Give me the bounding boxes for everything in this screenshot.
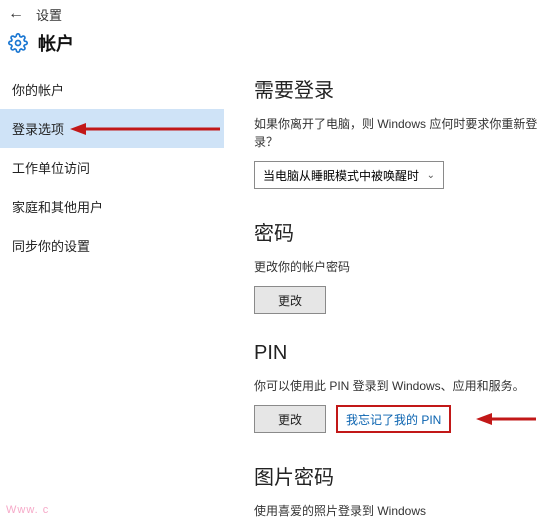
header: 帐户: [0, 28, 543, 64]
sidebar-item-label: 登录选项: [12, 122, 64, 137]
sidebar-item-label: 同步你的设置: [12, 239, 90, 254]
picture-password-desc: 使用喜爱的照片登录到 Windows: [254, 502, 539, 520]
sidebar: 你的帐户 登录选项 工作单位访问 家庭和其他用户 同步你的设置: [0, 64, 224, 526]
pin-forgot-link[interactable]: 我忘记了我的 PIN: [336, 405, 451, 433]
section-picture-password: 图片密码 使用喜爱的照片登录到 Windows 添加: [254, 461, 539, 526]
button-label: 更改: [278, 292, 302, 309]
window-title: 设置: [36, 5, 62, 24]
titlebar: ← 设置: [0, 0, 543, 28]
page-title: 帐户: [38, 30, 74, 56]
sidebar-item-work-access[interactable]: 工作单位访问: [0, 148, 224, 187]
section-pin: PIN 你可以使用此 PIN 登录到 Windows、应用和服务。 更改 我忘记…: [254, 342, 539, 433]
sidebar-item-sync-settings[interactable]: 同步你的设置: [0, 226, 224, 265]
watermark: Www. c: [6, 504, 49, 516]
sidebar-item-label: 工作单位访问: [12, 161, 90, 176]
pin-change-button[interactable]: 更改: [254, 405, 326, 433]
annotation-arrow-icon: [476, 410, 536, 428]
sidebar-item-label: 家庭和其他用户: [12, 200, 103, 215]
select-value: 当电脑从睡眠模式中被唤醒时: [263, 167, 419, 184]
main: 需要登录 如果你离开了电脑，则 Windows 应何时要求你重新登录？ 当电脑从…: [224, 64, 543, 526]
pin-desc: 你可以使用此 PIN 登录到 Windows、应用和服务。: [254, 377, 539, 395]
password-desc: 更改你的帐户密码: [254, 258, 539, 276]
section-title: 图片密码: [254, 461, 539, 490]
require-signin-desc: 如果你离开了电脑，则 Windows 应何时要求你重新登录？: [254, 115, 539, 151]
section-password: 密码 更改你的帐户密码 更改: [254, 217, 539, 314]
back-icon[interactable]: ←: [8, 5, 24, 23]
section-title: 需要登录: [254, 74, 539, 103]
sidebar-item-signin-options[interactable]: 登录选项: [0, 109, 224, 148]
section-title: PIN: [254, 342, 539, 365]
content: 你的帐户 登录选项 工作单位访问 家庭和其他用户 同步你的设置 需要登录 如果你…: [0, 64, 543, 526]
link-label: 我忘记了我的 PIN: [346, 411, 441, 428]
chevron-down-icon: ⌄: [427, 170, 435, 181]
password-change-button[interactable]: 更改: [254, 286, 326, 314]
button-label: 更改: [278, 411, 302, 428]
gear-icon: [8, 33, 28, 53]
require-signin-select[interactable]: 当电脑从睡眠模式中被唤醒时 ⌄: [254, 161, 444, 189]
section-require-signin: 需要登录 如果你离开了电脑，则 Windows 应何时要求你重新登录？ 当电脑从…: [254, 74, 539, 189]
sidebar-item-label: 你的帐户: [12, 83, 64, 98]
sidebar-item-family[interactable]: 家庭和其他用户: [0, 187, 224, 226]
sidebar-item-your-account[interactable]: 你的帐户: [0, 70, 224, 109]
section-title: 密码: [254, 217, 539, 246]
annotation-arrow-icon: [70, 120, 220, 138]
